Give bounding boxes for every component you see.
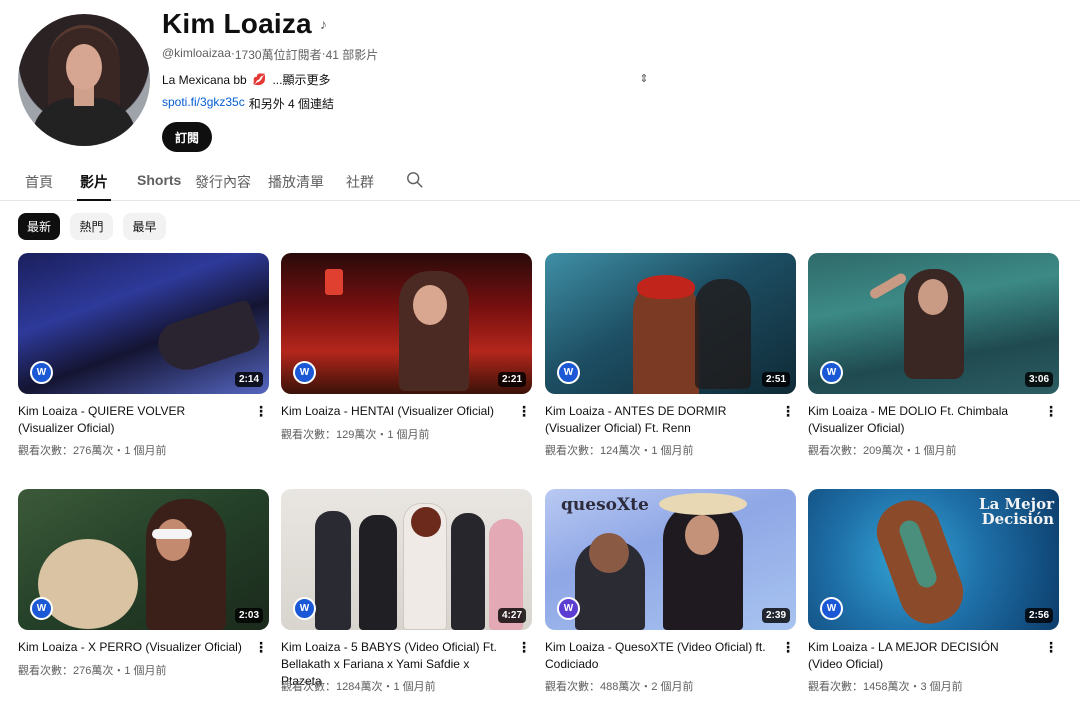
show-more-link[interactable]: ...顯示更多 (272, 71, 330, 88)
channel-description[interactable]: La Mexicana bb 💋 ...顯示更多 (162, 71, 330, 88)
video-title[interactable]: Kim Loaiza - ME DOLIO Ft. Chimbala (Visu… (808, 403, 1034, 437)
more-options-icon[interactable]: ⋮ (1044, 640, 1058, 656)
thumb-face (685, 515, 719, 555)
warner-logo-icon: W (557, 597, 580, 620)
warner-logo-icon: W (30, 361, 53, 384)
video-stats: 觀看次數：488萬次・2 個月前 (545, 681, 694, 693)
thumb-face (156, 519, 190, 561)
video-duration: 2:14 (234, 372, 263, 387)
video-duration: 2:51 (761, 372, 790, 387)
tab-videos[interactable]: 影片 (77, 172, 111, 201)
video-title[interactable]: Kim Loaiza - LA MEJOR DECISIÓN (Video Of… (808, 639, 1034, 673)
thumb-hair (411, 507, 441, 537)
search-icon[interactable] (406, 171, 424, 189)
video-stats: 觀看次數：209萬次・1 個月前 (808, 445, 957, 457)
thumb-leg (868, 271, 908, 301)
video-thumbnail[interactable]: W 2:14 (18, 253, 269, 394)
video-duration: 4:27 (497, 608, 526, 623)
channel-avatar[interactable] (18, 14, 150, 146)
video-stats: 觀看次數：276萬次・1 個月前 (18, 445, 167, 457)
video-duration: 2:39 (761, 608, 790, 623)
subscribe-button[interactable]: 訂閱 (162, 122, 212, 152)
more-options-icon[interactable]: ⋮ (254, 404, 268, 420)
video-thumbnail[interactable]: W 4:27 (281, 489, 532, 630)
video-thumbnail[interactable]: La Mejor Decisión W 2:56 (808, 489, 1059, 630)
video-thumbnail[interactable]: W 3:06 (808, 253, 1059, 394)
video-thumbnail[interactable]: quesoXte W 2:39 (545, 489, 796, 630)
thumb-neon-sign (325, 269, 343, 295)
tab-community[interactable]: 社群 (346, 172, 374, 201)
thumb-title-text: quesoXte (561, 495, 649, 515)
thumb-face (589, 533, 629, 573)
video-title[interactable]: Kim Loaiza - ANTES DE DORMIR (Visualizer… (545, 403, 771, 437)
thumb-sunglasses (152, 529, 192, 539)
video-stats: 觀看次數：1458萬次・3 個月前 (808, 681, 963, 693)
thumb-dog (38, 539, 138, 629)
more-options-icon[interactable]: ⋮ (254, 640, 268, 656)
spotify-link[interactable]: spoti.fi/3gkz35c (162, 95, 245, 112)
channel-tabs: 首頁 影片 Shorts 發行內容 播放清單 社群 (0, 166, 1080, 201)
channel-meta: @kimloaizaa · 1730萬位訂閱者 · 41 部影片 (162, 46, 378, 63)
video-duration: 2:03 (234, 608, 263, 623)
video-title[interactable]: Kim Loaiza - QuesoXTE (Video Oficial) ft… (545, 639, 771, 673)
video-stats: 觀看次數：1284萬次・1 個月前 (281, 681, 436, 693)
channel-links: spoti.fi/3gkz35c 和另外 4 個連結 (162, 95, 334, 112)
channel-name-text: Kim Loaiza (162, 8, 312, 39)
warner-logo-icon: W (293, 597, 316, 620)
cursor-icon: ⇕ (639, 73, 649, 85)
thumb-figure (359, 515, 397, 630)
thumb-figure (315, 511, 351, 630)
subscriber-count: 1730萬位訂閱者 (234, 48, 322, 62)
music-note-icon: ♪ (319, 16, 328, 32)
channel-handle: @kimloaizaa (162, 46, 231, 60)
more-options-icon[interactable]: ⋮ (781, 404, 795, 420)
channel-name: Kim Loaiza ♪ (162, 8, 327, 40)
video-duration: 2:21 (497, 372, 526, 387)
more-options-icon[interactable]: ⋮ (517, 404, 531, 420)
lips-icon: 💋 (252, 74, 267, 86)
video-duration: 3:06 (1024, 372, 1053, 387)
warner-logo-icon: W (30, 597, 53, 620)
more-links[interactable]: 和另外 4 個連結 (249, 95, 334, 112)
video-duration: 2:56 (1024, 608, 1053, 623)
thumb-beret (637, 275, 695, 299)
video-title[interactable]: Kim Loaiza - X PERRO (Visualizer Oficial… (18, 639, 244, 656)
thumb-hat (659, 493, 747, 515)
video-count: 41 部影片 (325, 48, 379, 62)
video-stats: 觀看次數：124萬次・1 個月前 (545, 445, 694, 457)
video-title[interactable]: Kim Loaiza - HENTAI (Visualizer Oficial) (281, 403, 507, 420)
tab-home[interactable]: 首頁 (25, 172, 53, 201)
avatar-face (66, 44, 102, 90)
video-thumbnail[interactable]: W 2:03 (18, 489, 269, 630)
video-stats: 觀看次數：129萬次・1 個月前 (281, 429, 430, 441)
video-thumbnail[interactable]: W 2:51 (545, 253, 796, 394)
more-options-icon[interactable]: ⋮ (517, 640, 531, 656)
warner-logo-icon: W (557, 361, 580, 384)
warner-logo-icon: W (820, 361, 843, 384)
thumb-figure (451, 513, 485, 630)
warner-logo-icon: W (293, 361, 316, 384)
thumb-face (918, 279, 948, 315)
video-stats: 觀看次數：276萬次・1 個月前 (18, 665, 167, 677)
video-thumbnail[interactable]: W 2:21 (281, 253, 532, 394)
description-text: La Mexicana bb (162, 72, 247, 87)
more-options-icon[interactable]: ⋮ (1044, 404, 1058, 420)
more-options-icon[interactable]: ⋮ (781, 640, 795, 656)
thumb-figure (152, 298, 264, 378)
tab-shorts[interactable]: Shorts (137, 172, 181, 201)
thumb-figure (146, 499, 226, 630)
filter-latest[interactable]: 最新 (18, 213, 60, 240)
tab-playlists[interactable]: 播放清單 (268, 172, 324, 201)
thumb-shadow-figure (695, 279, 751, 389)
thumb-title-text: La Mejor Decisión (979, 495, 1054, 528)
tab-releases[interactable]: 發行內容 (195, 172, 251, 201)
warner-logo-icon: W (820, 597, 843, 620)
thumb-face (413, 285, 447, 325)
video-title[interactable]: Kim Loaiza - QUIERE VOLVER (Visualizer O… (18, 403, 244, 437)
filter-oldest[interactable]: 最早 (123, 213, 166, 240)
filter-popular[interactable]: 熱門 (70, 213, 113, 240)
